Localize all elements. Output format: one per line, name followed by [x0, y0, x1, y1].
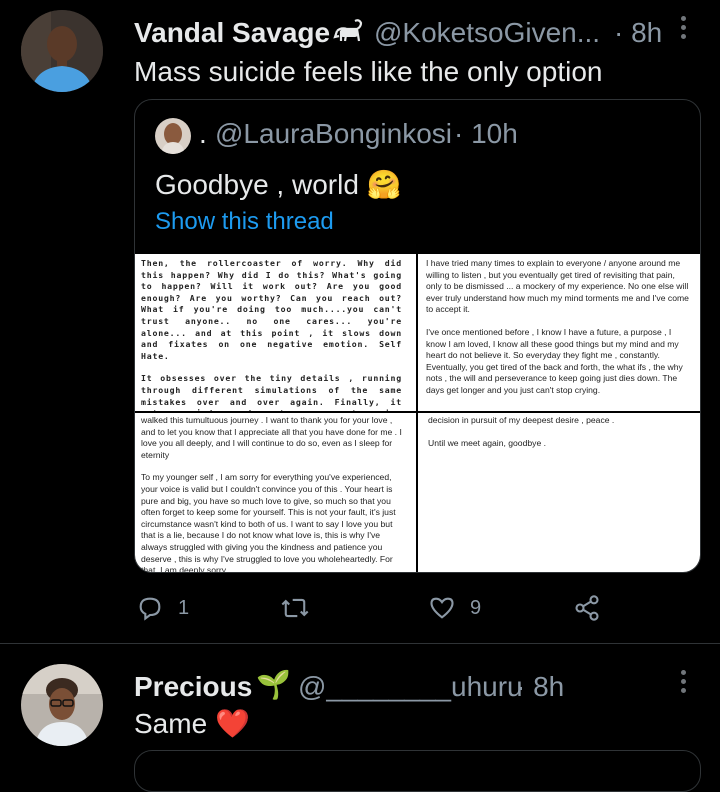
tweet-text: Mass suicide feels like the only option — [134, 56, 603, 87]
quote-tweet-card[interactable]: . @LauraBonginkosi · 10h Goodbye , world… — [134, 99, 701, 573]
media-page-4[interactable]: decision in pursuit of my deepest desire… — [418, 413, 700, 572]
quote-text: Goodbye , world 🤗 — [155, 169, 402, 200]
display-name-precious[interactable]: Precious — [134, 671, 252, 703]
share-button[interactable] — [572, 594, 602, 622]
media-page-3[interactable]: walked this tumultuous journey . I want … — [135, 413, 416, 572]
retweet-icon — [281, 598, 309, 618]
show-thread-link[interactable]: Show this thread — [155, 208, 334, 236]
heart-icon — [430, 597, 454, 619]
display-name[interactable]: Vandal Savage — [134, 17, 330, 49]
avatar-vandal[interactable] — [21, 10, 103, 92]
quote-tweet-card-precious[interactable] — [134, 750, 701, 792]
quote-media-grid[interactable]: Then, the rollercoaster of worry. Why di… — [135, 254, 700, 572]
share-icon — [575, 595, 599, 621]
more-icon[interactable] — [681, 16, 687, 43]
quote-timestamp[interactable]: · 10h — [454, 118, 518, 150]
quote-handle[interactable]: @LauraBonginkosi — [215, 118, 452, 150]
seedling-emoji: 🌱 — [256, 669, 291, 700]
tweet-divider — [0, 643, 720, 644]
media-page-2[interactable]: I have tried many times to explain to ev… — [418, 254, 700, 411]
hugging-face-emoji: 🤗 — [366, 169, 402, 200]
media-page-1[interactable]: Then, the rollercoaster of worry. Why di… — [135, 254, 416, 411]
handle[interactable]: @KoketsoGiven... — [374, 17, 600, 49]
timestamp-precious[interactable]: · 8h — [516, 671, 564, 703]
retweet-button[interactable] — [280, 594, 310, 622]
tweet-text-precious: Same ❤️ — [134, 708, 250, 739]
handle-precious[interactable]: @________uhuru — [298, 671, 523, 703]
red-heart-emoji: ❤️ — [214, 708, 250, 739]
reply-button[interactable]: 1 — [136, 594, 189, 622]
reply-count: 1 — [178, 596, 190, 619]
avatar-laura[interactable] — [155, 118, 191, 154]
avatar-precious[interactable] — [21, 664, 103, 746]
like-button[interactable]: 9 — [428, 594, 481, 622]
timestamp[interactable]: · 8h — [614, 17, 662, 49]
more-icon-precious[interactable] — [681, 670, 687, 697]
reply-icon — [139, 597, 161, 621]
goat-badge-icon — [331, 17, 367, 56]
quote-dot: . — [199, 118, 207, 149]
like-count: 9 — [470, 596, 482, 619]
